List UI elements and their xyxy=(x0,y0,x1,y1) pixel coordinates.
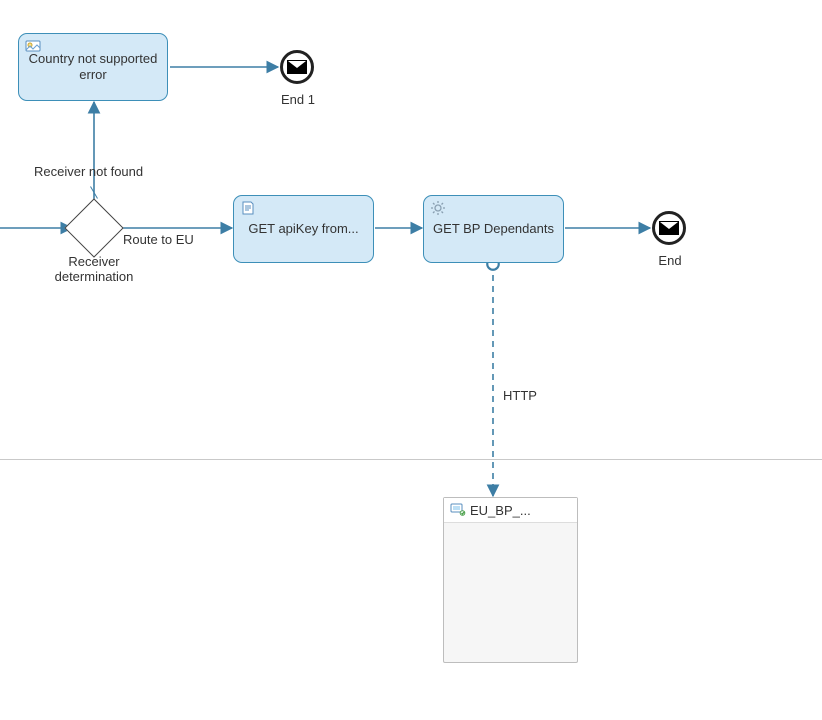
activity-country-not-supported-error[interactable]: Country not supported error xyxy=(18,33,168,101)
edge-label-http: HTTP xyxy=(503,388,537,403)
participant-header: EU_BP_... xyxy=(444,498,577,523)
end-event-1-label: End 1 xyxy=(280,92,316,107)
participant-label: EU_BP_... xyxy=(470,503,531,518)
edge-label-receiver-not-found: Receiver not found xyxy=(34,164,143,179)
connectors-layer xyxy=(0,0,822,720)
gear-icon xyxy=(430,200,446,220)
script-icon xyxy=(240,200,256,220)
participant-eu-bp[interactable]: EU_BP_... xyxy=(443,497,578,663)
end-event-1[interactable] xyxy=(280,50,314,84)
end-event-label: End xyxy=(656,253,684,268)
activity-label: GET BP Dependants xyxy=(433,221,554,237)
end-event[interactable] xyxy=(652,211,686,245)
mapping-icon xyxy=(25,38,41,58)
activity-get-apikey[interactable]: GET apiKey from... xyxy=(233,195,374,263)
system-icon xyxy=(450,501,466,520)
activity-get-bp-dependants[interactable]: GET BP Dependants xyxy=(423,195,564,263)
gateway-label: Receiver determination xyxy=(48,254,140,284)
envelope-icon xyxy=(659,221,679,235)
envelope-icon xyxy=(287,60,307,74)
activity-label: Country not supported error xyxy=(25,51,161,82)
edge-label-route-to-eu: Route to EU xyxy=(123,232,194,247)
activity-label: GET apiKey from... xyxy=(248,221,358,237)
diagram-canvas: Country not supported error End 1 Receiv… xyxy=(0,0,822,720)
